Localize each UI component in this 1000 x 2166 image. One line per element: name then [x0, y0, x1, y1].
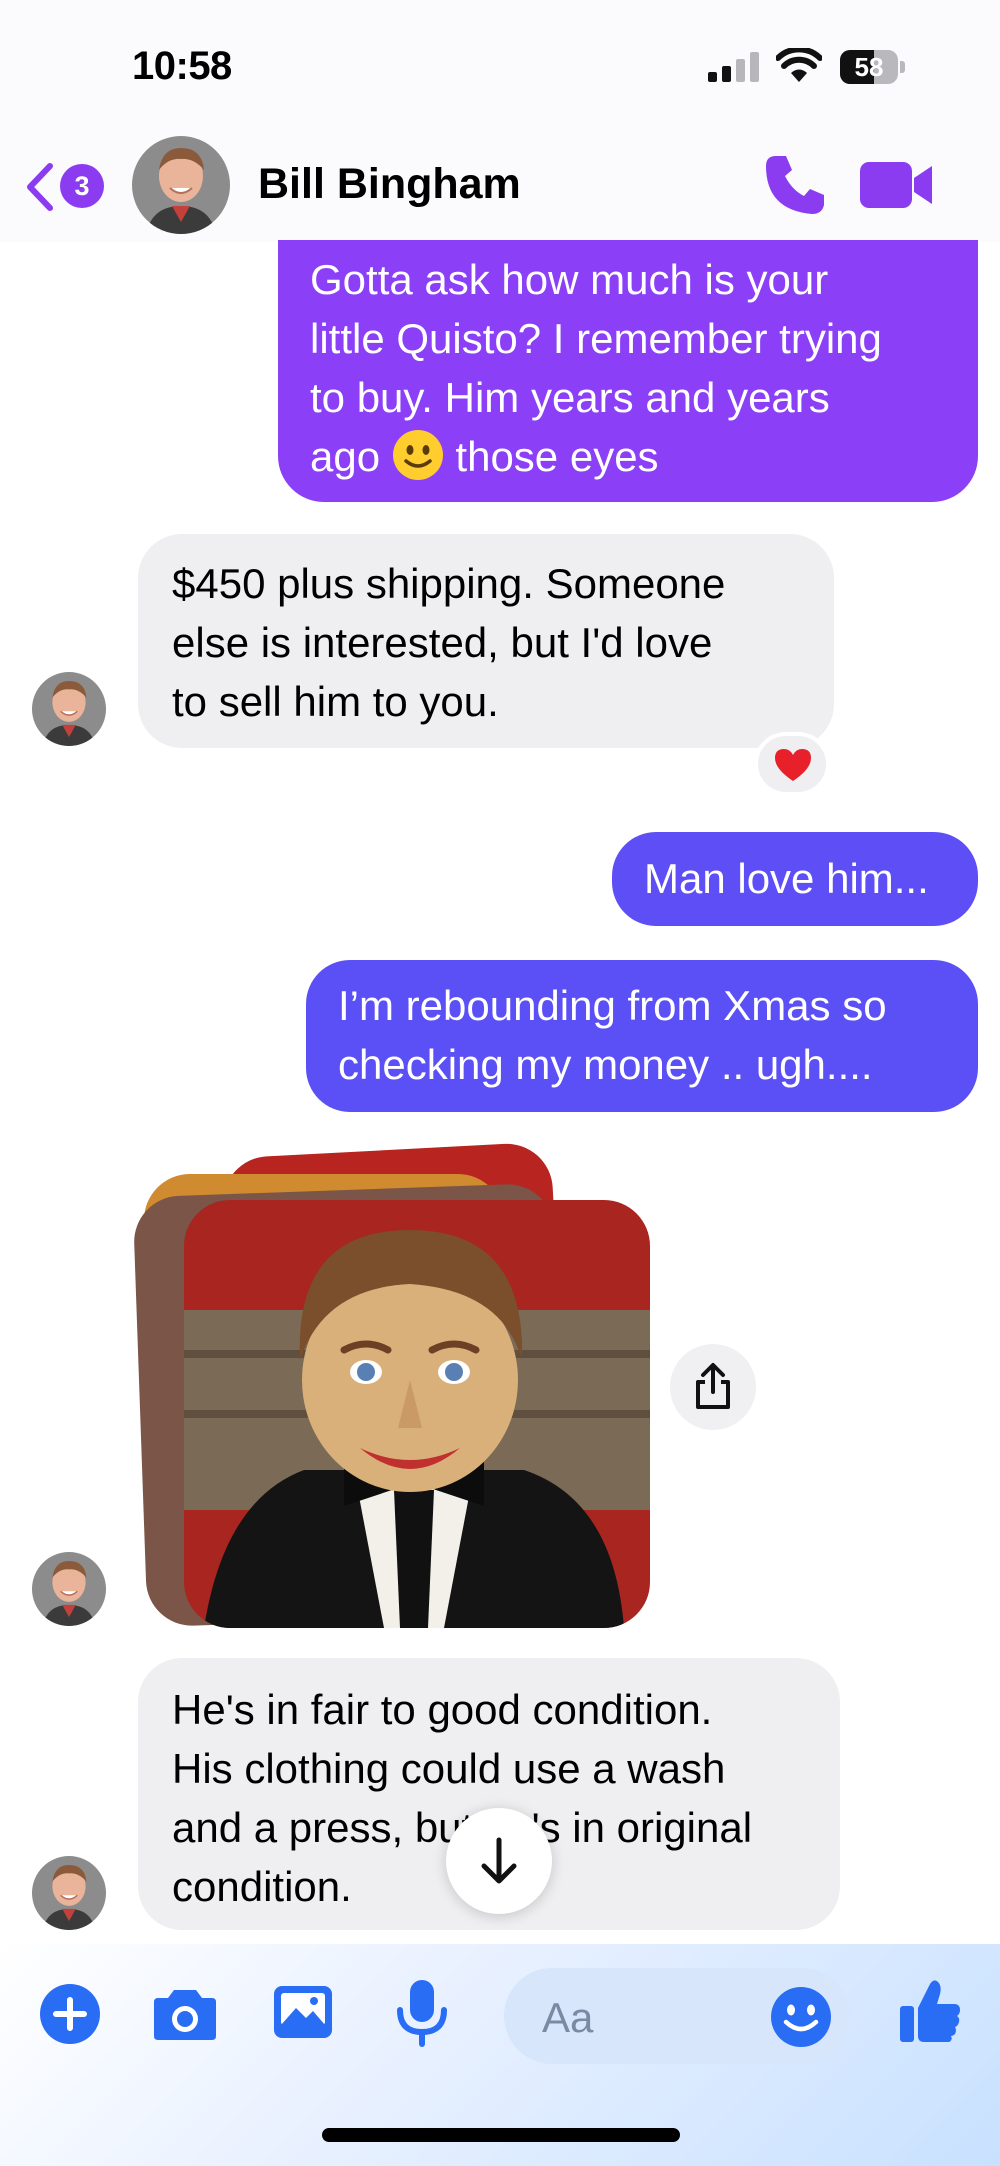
- microphone-icon[interactable]: [394, 1978, 450, 2048]
- sender-avatar[interactable]: [32, 672, 106, 746]
- message-reaction[interactable]: [754, 732, 830, 796]
- message-text-tail: those eyes: [443, 433, 659, 480]
- share-button[interactable]: [670, 1344, 756, 1430]
- message-input-placeholder: Aa: [542, 1994, 594, 2041]
- share-icon: [696, 1363, 730, 1409]
- status-bar: 10:58 58: [0, 0, 1000, 130]
- cellular-signal-icon: [708, 52, 759, 82]
- home-indicator: [322, 2128, 680, 2142]
- photo-stack[interactable]: [130, 1140, 670, 1640]
- thumbs-up-icon[interactable]: [898, 1978, 962, 2044]
- message-bubble-sent[interactable]: Gotta ask how much is your little Quisto…: [278, 240, 978, 502]
- heart-icon: [775, 749, 811, 781]
- contact-avatar[interactable]: [132, 136, 230, 234]
- message-text: $450 plus shipping. Someone else is inte…: [172, 560, 726, 725]
- sender-avatar[interactable]: [32, 1552, 106, 1626]
- message-bubble-sent[interactable]: Man love him...: [612, 832, 978, 926]
- unread-badge: 3: [60, 164, 104, 208]
- message-bubble-received[interactable]: $450 plus shipping. Someone else is inte…: [138, 534, 834, 748]
- back-chevron-icon: [27, 163, 53, 211]
- emoji-icon[interactable]: [770, 1986, 832, 2048]
- gallery-icon[interactable]: [272, 1982, 334, 2042]
- camera-icon[interactable]: [152, 1984, 218, 2042]
- smiling-face-icon: [392, 430, 443, 480]
- phone-icon[interactable]: [762, 152, 828, 218]
- more-actions-button[interactable]: [40, 1984, 100, 2044]
- chat-header: 3 Bill Bingham: [0, 130, 1000, 242]
- status-time: 10:58: [132, 44, 232, 88]
- scroll-to-bottom-button[interactable]: [446, 1808, 552, 1914]
- message-bubble-sent[interactable]: I’m rebounding from Xmas so checking my …: [306, 960, 978, 1112]
- ventriloquist-doll-photo[interactable]: [184, 1200, 650, 1628]
- message-text: I’m rebounding from Xmas so checking my …: [338, 982, 887, 1088]
- back-button[interactable]: 3: [22, 158, 112, 214]
- wifi-icon: [776, 48, 822, 82]
- battery-icon: 58: [840, 50, 906, 84]
- sender-avatar[interactable]: [32, 1856, 106, 1930]
- plus-icon: [53, 1997, 87, 2031]
- arrow-down-icon: [481, 1837, 517, 1884]
- message-text: Man love him...: [644, 855, 929, 902]
- video-camera-icon[interactable]: [858, 156, 934, 214]
- contact-name[interactable]: Bill Bingham: [258, 160, 521, 209]
- message-input[interactable]: Aa: [504, 1968, 850, 2064]
- battery-level: 58: [854, 52, 884, 82]
